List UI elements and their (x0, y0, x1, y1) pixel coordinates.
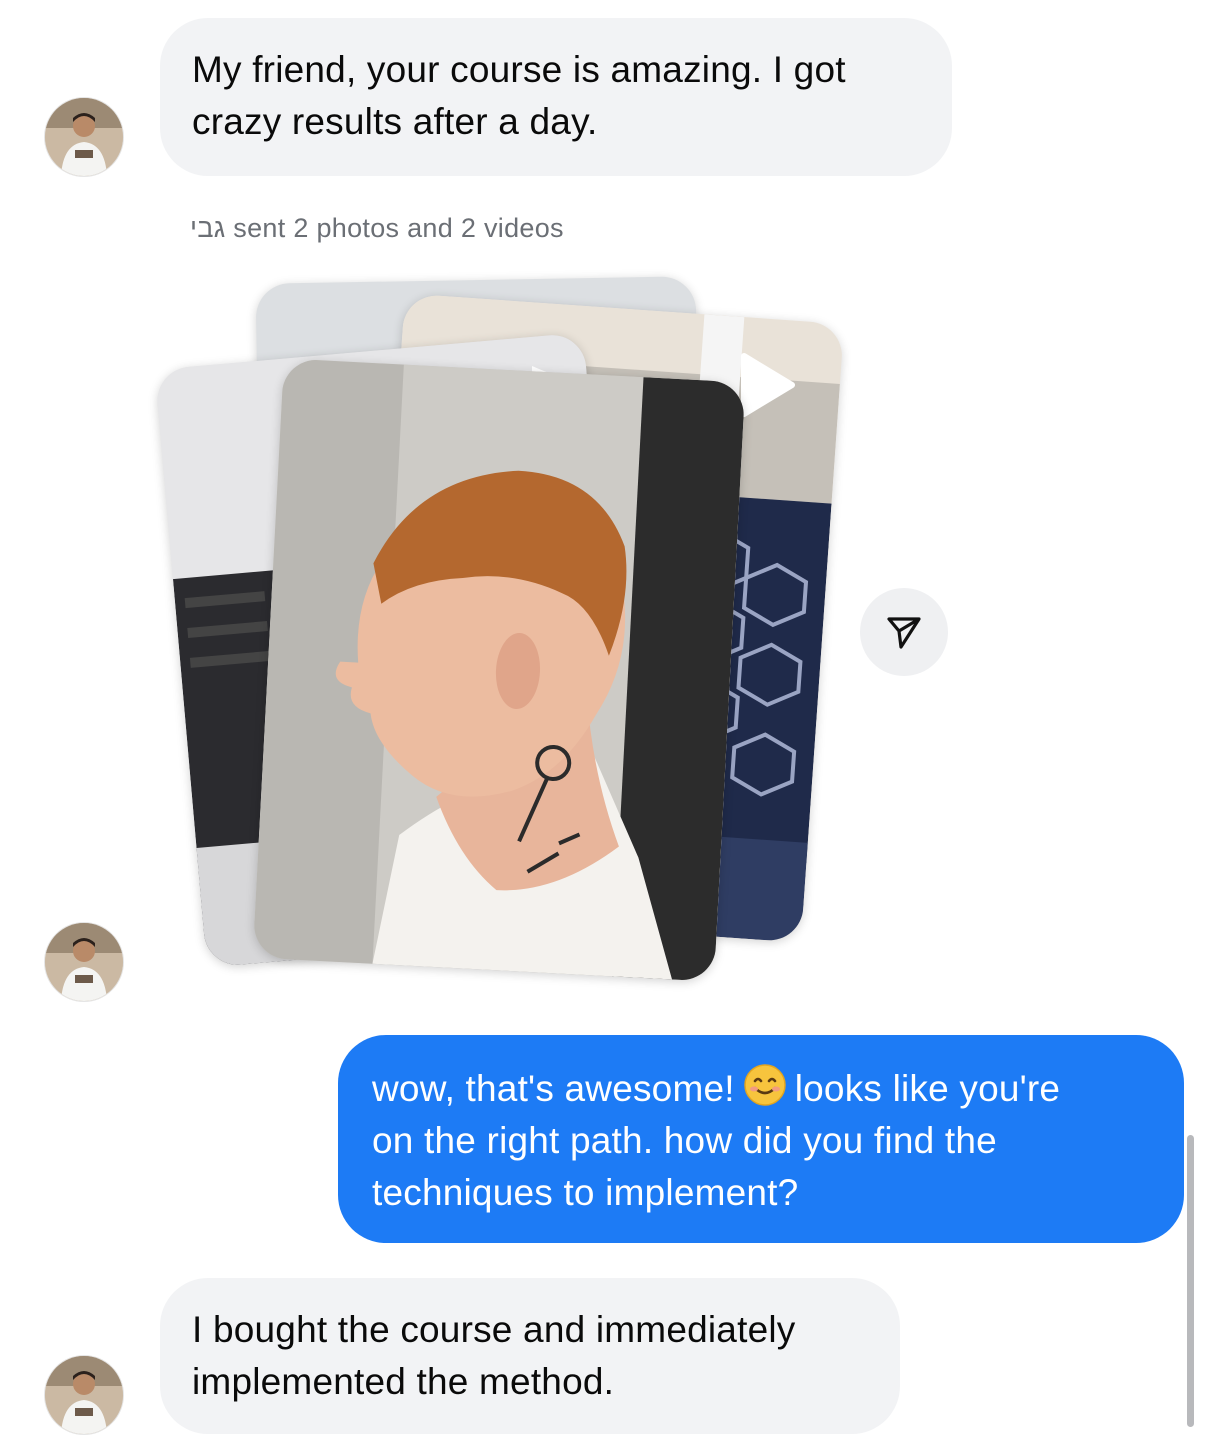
outgoing-message-bubble[interactable]: wow, that's awesome! looks like you're o… (338, 1035, 1184, 1243)
message-text-line: techniques to implement? (372, 1172, 799, 1213)
message-text-line: crazy results after a day. (192, 101, 598, 142)
media-sent-text: sent 2 photos and 2 videos (233, 213, 564, 243)
message-text-line: I bought the course and immediately (192, 1309, 796, 1350)
sender-avatar[interactable] (44, 97, 124, 177)
avatar-image (45, 98, 123, 176)
sender-name: גבי (190, 213, 226, 243)
sender-avatar[interactable] (44, 1355, 124, 1435)
share-button[interactable] (860, 588, 948, 676)
media-gallery-stack[interactable] (150, 270, 850, 1000)
incoming-message-bubble[interactable]: I bought the course and immediately impl… (160, 1278, 900, 1434)
message-text-line: My friend, your course is amazing. I got (192, 49, 846, 90)
play-icon[interactable] (738, 352, 798, 418)
message-text-line: implemented the method. (192, 1361, 615, 1402)
sender-avatar[interactable] (44, 922, 124, 1002)
avatar-image (45, 1356, 123, 1434)
scrollbar[interactable] (1187, 1135, 1194, 1427)
send-icon (887, 617, 921, 649)
message-text-line: on the right path. how did you find the (372, 1120, 997, 1161)
incoming-message-bubble[interactable]: My friend, your course is amazing. I got… (160, 18, 952, 176)
smiling-face-emoji-icon (743, 1063, 787, 1107)
media-sent-notice: גבי sent 2 photos and 2 videos (190, 213, 564, 244)
photo-card-front[interactable] (252, 358, 746, 982)
avatar-image (45, 923, 123, 1001)
message-text-line: wow, that's awesome! looks like you're (372, 1063, 1150, 1115)
